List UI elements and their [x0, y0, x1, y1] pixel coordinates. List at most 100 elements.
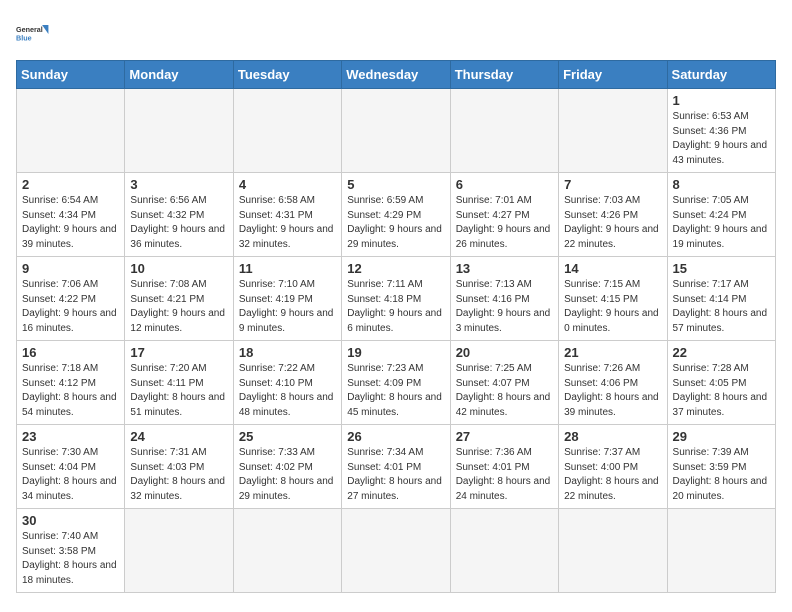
calendar-cell: 3 Sunrise: 6:56 AM Sunset: 4:32 PM Daylig…	[125, 173, 233, 257]
calendar-cell: 21Sunrise: 7:26 AM Sunset: 4:06 PM Dayli…	[559, 341, 667, 425]
day-number: 8	[673, 177, 770, 192]
calendar-week-4: 16 Sunrise: 7:18 AM Sunset: 4:12 PM Dayli…	[17, 341, 776, 425]
sun-info: Sunrise: 7:30 AM Sunset: 4:04 PM Dayligh…	[22, 446, 119, 504]
calendar-cell: 5 Sunrise: 6:59 AM Sunset: 4:29 PM Daylig…	[342, 173, 450, 257]
sun-info: Sunrise: 7:10 AM Sunset: 4:19 PM Dayligh…	[239, 278, 336, 336]
day-number: 21	[564, 345, 661, 360]
header-day-monday: Monday	[125, 61, 233, 89]
calendar-cell: 11Sunrise: 7:10 AM Sunset: 4:19 PM Dayli…	[233, 257, 341, 341]
day-number: 12	[347, 261, 444, 276]
day-number: 5	[347, 177, 444, 192]
calendar-cell: 1 Sunrise: 6:53 AM Sunset: 4:36 PM Daylig…	[667, 89, 775, 173]
day-number: 19	[347, 345, 444, 360]
calendar-cell: 15 Sunrise: 7:17 AM Sunset: 4:14 PM Dayli…	[667, 257, 775, 341]
day-number: 25	[239, 429, 336, 444]
calendar-cell: 10 Sunrise: 7:08 AM Sunset: 4:21 PM Dayli…	[125, 257, 233, 341]
calendar-cell: 17 Sunrise: 7:20 AM Sunset: 4:11 PM Dayli…	[125, 341, 233, 425]
header-day-sunday: Sunday	[17, 61, 125, 89]
calendar-cell: 30 Sunrise: 7:40 AM Sunset: 3:58 PM Dayli…	[17, 509, 125, 593]
calendar-cell	[450, 509, 558, 593]
day-number: 30	[22, 513, 119, 528]
calendar-cell: 29 Sunrise: 7:39 AM Sunset: 3:59 PM Dayli…	[667, 425, 775, 509]
day-number: 7	[564, 177, 661, 192]
calendar-cell: 7 Sunrise: 7:03 AM Sunset: 4:26 PM Daylig…	[559, 173, 667, 257]
day-number: 17	[130, 345, 227, 360]
svg-text:Blue: Blue	[16, 33, 32, 42]
calendar-cell	[667, 509, 775, 593]
sun-info: Sunrise: 7:01 AM Sunset: 4:27 PM Dayligh…	[456, 194, 553, 252]
sun-info: Sunrise: 7:17 AM Sunset: 4:14 PM Dayligh…	[673, 278, 770, 336]
calendar-week-6: 30 Sunrise: 7:40 AM Sunset: 3:58 PM Dayli…	[17, 509, 776, 593]
day-number: 2	[22, 177, 119, 192]
page-header: GeneralBlue	[16, 16, 776, 52]
calendar-cell	[233, 89, 341, 173]
calendar-week-3: 9 Sunrise: 7:06 AM Sunset: 4:22 PM Daylig…	[17, 257, 776, 341]
logo-icon: GeneralBlue	[16, 16, 52, 52]
day-number: 29	[673, 429, 770, 444]
calendar-cell: 8Sunrise: 7:05 AM Sunset: 4:24 PM Daylig…	[667, 173, 775, 257]
calendar-table: SundayMondayTuesdayWednesdayThursdayFrid…	[16, 60, 776, 593]
day-number: 15	[673, 261, 770, 276]
day-number: 24	[130, 429, 227, 444]
sun-info: Sunrise: 7:18 AM Sunset: 4:12 PM Dayligh…	[22, 362, 119, 420]
calendar-header-row: SundayMondayTuesdayWednesdayThursdayFrid…	[17, 61, 776, 89]
calendar-cell: 19 Sunrise: 7:23 AM Sunset: 4:09 PM Dayli…	[342, 341, 450, 425]
sun-info: Sunrise: 6:56 AM Sunset: 4:32 PM Dayligh…	[130, 194, 227, 252]
calendar-cell	[559, 89, 667, 173]
calendar-cell: 2 Sunrise: 6:54 AM Sunset: 4:34 PM Daylig…	[17, 173, 125, 257]
sun-info: Sunrise: 7:37 AM Sunset: 4:00 PM Dayligh…	[564, 446, 661, 504]
day-number: 6	[456, 177, 553, 192]
calendar-cell: 9 Sunrise: 7:06 AM Sunset: 4:22 PM Daylig…	[17, 257, 125, 341]
calendar-cell	[17, 89, 125, 173]
header-day-friday: Friday	[559, 61, 667, 89]
sun-info: Sunrise: 6:54 AM Sunset: 4:34 PM Dayligh…	[22, 194, 119, 252]
sun-info: Sunrise: 7:23 AM Sunset: 4:09 PM Dayligh…	[347, 362, 444, 420]
header-day-thursday: Thursday	[450, 61, 558, 89]
header-day-saturday: Saturday	[667, 61, 775, 89]
calendar-cell: 12 Sunrise: 7:11 AM Sunset: 4:18 PM Dayli…	[342, 257, 450, 341]
sun-info: Sunrise: 7:06 AM Sunset: 4:22 PM Dayligh…	[22, 278, 119, 336]
day-number: 10	[130, 261, 227, 276]
day-number: 16	[22, 345, 119, 360]
sun-info: Sunrise: 7:15 AM Sunset: 4:15 PM Dayligh…	[564, 278, 661, 336]
calendar-cell	[125, 509, 233, 593]
svg-text:General: General	[16, 25, 43, 34]
day-number: 13	[456, 261, 553, 276]
sun-info: Sunrise: 7:33 AM Sunset: 4:02 PM Dayligh…	[239, 446, 336, 504]
sun-info: Sunrise: 7:39 AM Sunset: 3:59 PM Dayligh…	[673, 446, 770, 504]
header-day-tuesday: Tuesday	[233, 61, 341, 89]
sun-info: Sunrise: 7:31 AM Sunset: 4:03 PM Dayligh…	[130, 446, 227, 504]
calendar-cell	[125, 89, 233, 173]
calendar-cell: 22Sunrise: 7:28 AM Sunset: 4:05 PM Dayli…	[667, 341, 775, 425]
calendar-cell: 20Sunrise: 7:25 AM Sunset: 4:07 PM Dayli…	[450, 341, 558, 425]
day-number: 23	[22, 429, 119, 444]
sun-info: Sunrise: 7:03 AM Sunset: 4:26 PM Dayligh…	[564, 194, 661, 252]
calendar-cell: 18Sunrise: 7:22 AM Sunset: 4:10 PM Dayli…	[233, 341, 341, 425]
calendar-cell	[342, 509, 450, 593]
calendar-cell: 24 Sunrise: 7:31 AM Sunset: 4:03 PM Dayli…	[125, 425, 233, 509]
day-number: 20	[456, 345, 553, 360]
sun-info: Sunrise: 7:40 AM Sunset: 3:58 PM Dayligh…	[22, 530, 119, 588]
day-number: 22	[673, 345, 770, 360]
day-number: 28	[564, 429, 661, 444]
calendar-cell: 28 Sunrise: 7:37 AM Sunset: 4:00 PM Dayli…	[559, 425, 667, 509]
sun-info: Sunrise: 6:53 AM Sunset: 4:36 PM Dayligh…	[673, 110, 770, 168]
calendar-cell: 13Sunrise: 7:13 AM Sunset: 4:16 PM Dayli…	[450, 257, 558, 341]
calendar-cell: 14Sunrise: 7:15 AM Sunset: 4:15 PM Dayli…	[559, 257, 667, 341]
sun-info: Sunrise: 7:36 AM Sunset: 4:01 PM Dayligh…	[456, 446, 553, 504]
sun-info: Sunrise: 6:59 AM Sunset: 4:29 PM Dayligh…	[347, 194, 444, 252]
day-number: 1	[673, 93, 770, 108]
day-number: 3	[130, 177, 227, 192]
sun-info: Sunrise: 7:34 AM Sunset: 4:01 PM Dayligh…	[347, 446, 444, 504]
calendar-week-2: 2 Sunrise: 6:54 AM Sunset: 4:34 PM Daylig…	[17, 173, 776, 257]
sun-info: Sunrise: 7:11 AM Sunset: 4:18 PM Dayligh…	[347, 278, 444, 336]
sun-info: Sunrise: 7:22 AM Sunset: 4:10 PM Dayligh…	[239, 362, 336, 420]
calendar-cell: 25 Sunrise: 7:33 AM Sunset: 4:02 PM Dayli…	[233, 425, 341, 509]
calendar-cell	[342, 89, 450, 173]
day-number: 9	[22, 261, 119, 276]
calendar-cell: 23 Sunrise: 7:30 AM Sunset: 4:04 PM Dayli…	[17, 425, 125, 509]
sun-info: Sunrise: 7:20 AM Sunset: 4:11 PM Dayligh…	[130, 362, 227, 420]
header-day-wednesday: Wednesday	[342, 61, 450, 89]
sun-info: Sunrise: 7:08 AM Sunset: 4:21 PM Dayligh…	[130, 278, 227, 336]
calendar-cell: 26Sunrise: 7:34 AM Sunset: 4:01 PM Dayli…	[342, 425, 450, 509]
